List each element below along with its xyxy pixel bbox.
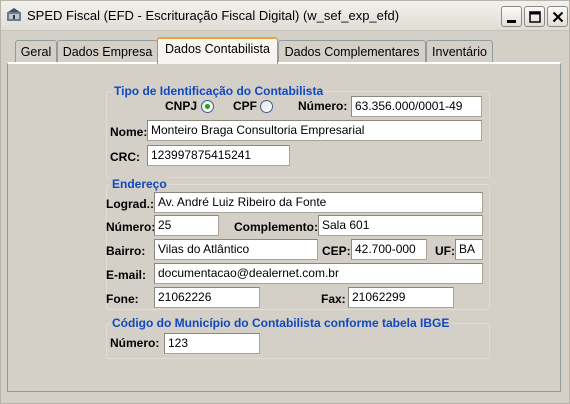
cnpj-radio[interactable]: [201, 100, 214, 113]
crc-field[interactable]: 123997875415241: [147, 145, 290, 166]
email-field[interactable]: documentacao@dealernet.com.br: [154, 263, 483, 284]
cnpj-label: CNPJ: [165, 99, 198, 113]
numero-municipio-label: Número:: [110, 336, 160, 350]
uf-field[interactable]: BA: [455, 239, 483, 260]
tab-inventario[interactable]: Inventário: [426, 40, 493, 63]
fax-label: Fax:: [321, 292, 346, 306]
nome-label: Nome:: [110, 125, 148, 139]
tab-strip: Geral Dados Empresa Dados Contabilista D…: [1, 37, 570, 64]
tab-dados-contabilista[interactable]: Dados Contabilista: [157, 37, 278, 64]
group-municipio-title: Código do Município do Contabilista conf…: [110, 316, 452, 330]
lograd-label: Lograd.:: [106, 197, 154, 211]
numero-identificacao-label: Número:: [298, 99, 348, 113]
title-bar[interactable]: SPED Fiscal (EFD - Escrituração Fiscal D…: [1, 1, 569, 31]
numero-identificacao-field[interactable]: 63.356.000/0001-49: [351, 96, 482, 117]
radio-selected-dot: [205, 104, 210, 109]
numero-endereco-label: Número:: [106, 220, 156, 234]
fone-field[interactable]: 21062226: [154, 287, 260, 308]
panel-body: Tipo de Identificação do Contabilista CN…: [11, 66, 555, 386]
cpf-label: CPF: [233, 99, 257, 113]
minimize-button[interactable]: [501, 6, 522, 27]
fone-label: Fone:: [106, 292, 139, 306]
lograd-field[interactable]: Av. André Luiz Ribeiro da Fonte: [154, 192, 483, 213]
numero-municipio-field[interactable]: 123: [164, 333, 260, 354]
complemento-label: Complemento:: [234, 220, 318, 234]
email-label: E-mail:: [106, 268, 147, 282]
complemento-field[interactable]: Sala 601: [318, 215, 483, 236]
cep-field[interactable]: 42.700-000: [351, 239, 427, 260]
uf-label: UF:: [435, 244, 455, 258]
nome-field[interactable]: Monteiro Braga Consultoria Empresarial: [147, 120, 482, 141]
bairro-field[interactable]: Vilas do Atlântico: [154, 239, 318, 260]
fax-field[interactable]: 21062299: [348, 287, 454, 308]
group-endereco-title: Endereço: [110, 177, 169, 191]
cpf-radio[interactable]: [260, 100, 273, 113]
crc-label: CRC:: [110, 150, 140, 164]
cep-label: CEP:: [322, 244, 351, 258]
app-window: SPED Fiscal (EFD - Escrituração Fiscal D…: [0, 0, 570, 404]
tab-geral[interactable]: Geral: [15, 40, 57, 63]
sped-app-icon: [6, 7, 22, 23]
bairro-label: Bairro:: [106, 244, 146, 258]
tab-panel-dados-contabilista: Tipo de Identificação do Contabilista CN…: [7, 62, 561, 392]
tab-dados-complementares[interactable]: Dados Complementares: [278, 40, 426, 63]
maximize-button[interactable]: [524, 6, 545, 27]
tab-dados-empresa[interactable]: Dados Empresa: [57, 40, 158, 63]
minimize-icon: [507, 20, 516, 23]
close-icon: [552, 11, 564, 23]
maximize-icon: [529, 11, 541, 23]
numero-endereco-field[interactable]: 25: [154, 215, 219, 236]
close-button[interactable]: [547, 6, 568, 27]
group-identificacao-title: Tipo de Identificação do Contabilista: [112, 84, 326, 98]
window-title: SPED Fiscal (EFD - Escrituração Fiscal D…: [27, 8, 400, 23]
